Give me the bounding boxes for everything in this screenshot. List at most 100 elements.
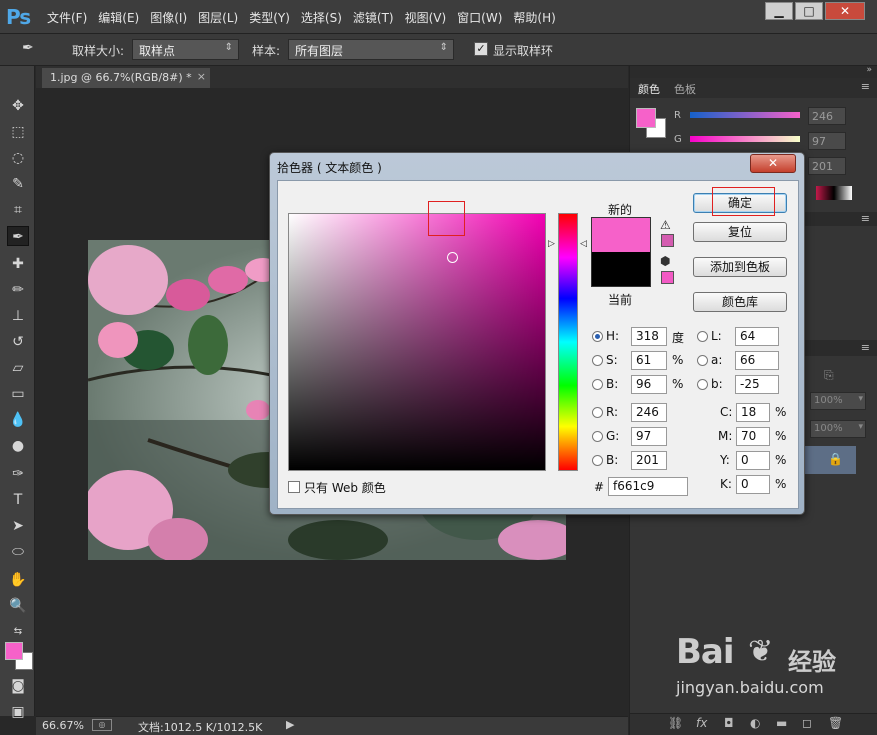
menu-window[interactable]: 窗口(W) [457,9,510,26]
maximize-button[interactable]: □ [795,2,823,20]
sample-select[interactable]: 所有图层 ⇕ [288,39,454,60]
color-libraries-button[interactable]: 颜色库 [693,292,787,312]
collapse-icon[interactable]: » [866,65,872,75]
menu-edit[interactable]: 编辑(E) [98,9,147,26]
s-input[interactable]: 61 [631,351,667,370]
radio-a[interactable] [697,355,708,366]
a-input[interactable]: 66 [735,351,779,370]
radio-s[interactable] [592,355,603,366]
radio-b[interactable] [592,379,603,390]
r-input[interactable]: 246 [631,403,667,422]
menu-select[interactable]: 选择(S) [301,9,350,26]
status-menu-icon[interactable]: ▶ [286,718,294,731]
panel-menu-icon[interactable]: ≡ [861,341,870,354]
m-input[interactable]: 70 [736,427,770,446]
lasso-tool-icon[interactable]: ◌ [7,148,29,168]
hand-tool-icon[interactable]: ✋ [7,570,29,590]
radio-l[interactable] [697,331,708,342]
link-layers-icon[interactable]: ⛓ [668,716,683,730]
chevron-down-icon[interactable]: ▾ [858,394,863,404]
reset-button[interactable]: 复位 [693,222,787,242]
add-to-swatches-button[interactable]: 添加到色板 [693,257,787,277]
menu-type[interactable]: 类型(Y) [249,9,298,26]
blur-tool-icon[interactable]: 💧 [7,410,29,430]
k-input[interactable]: 0 [736,475,770,494]
menu-help[interactable]: 帮助(H) [513,9,563,26]
brush-tool-icon[interactable]: ✏ [7,280,29,300]
slider-g-value[interactable]: 97 [808,132,846,150]
l-input[interactable]: 64 [735,327,779,346]
zoom-tool-icon[interactable]: 🔍 [7,596,29,616]
quick-mask-icon[interactable]: ◙ [7,676,29,696]
color-field[interactable] [288,213,546,471]
screen-mode-icon[interactable]: ▣ [7,702,29,722]
tab-color[interactable]: 颜色 [638,81,660,97]
pen-tool-icon[interactable]: ✑ [7,464,29,484]
adjustment-layer-icon[interactable]: ◐ [750,716,760,730]
brightness-input[interactable]: 96 [631,375,667,394]
fx-icon[interactable]: fx [696,716,707,730]
new-layer-icon[interactable]: ◻ [802,716,812,730]
close-window-button[interactable]: ✕ [825,2,865,20]
blue-input[interactable]: 201 [631,451,667,470]
color-ramp[interactable] [816,186,852,200]
panel-foreground-swatch[interactable] [636,108,656,128]
healing-brush-icon[interactable]: ✚ [7,254,29,274]
radio-r[interactable] [592,407,603,418]
move-tool-icon[interactable]: ✥ [7,96,29,116]
foreground-color-swatch[interactable] [5,642,23,660]
menu-file[interactable]: 文件(F) [47,9,95,26]
gamut-warning-swatch[interactable] [661,234,674,247]
web-colors-only-checkbox[interactable] [288,481,300,493]
radio-blue[interactable] [592,455,603,466]
hue-slider-left-arrow-icon[interactable]: ▷ [548,239,555,249]
delete-layer-icon[interactable]: 🗑 [828,716,843,730]
lab-b-input[interactable]: -25 [735,375,779,394]
close-tab-icon[interactable]: × [197,70,206,83]
hue-slider-right-arrow-icon[interactable]: ◁ [580,239,587,249]
new-group-icon[interactable]: ▬ [776,716,787,730]
radio-lab-b[interactable] [697,379,708,390]
c-input[interactable]: 18 [736,403,770,422]
slider-g[interactable] [690,136,800,142]
eyedropper-tool-icon[interactable]: ✒ [7,226,29,246]
zoom-level[interactable]: 66.67% [42,719,84,732]
fill-field[interactable]: 100% ▾ [810,420,866,438]
swap-colors-icon[interactable]: ⇆ [7,622,29,642]
menu-view[interactable]: 视图(V) [405,9,455,26]
radio-g[interactable] [592,431,603,442]
dialog-close-button[interactable]: ✕ [750,154,796,173]
hue-slider[interactable] [558,213,578,471]
y-input[interactable]: 0 [736,451,770,470]
lock-pixels-icon[interactable]: ⎘ [824,368,834,383]
gradient-tool-icon[interactable]: ▭ [7,384,29,404]
document-tab[interactable]: 1.jpg @ 66.7%(RGB/8#) * × [42,68,210,88]
gamut-warning-icon[interactable]: ⚠ [660,218,671,232]
g-input[interactable]: 97 [631,427,667,446]
panel-collapse-bar[interactable]: » [630,65,877,78]
menu-image[interactable]: 图像(I) [150,9,195,26]
web-safe-cube-icon[interactable]: ⬢ [660,254,670,268]
slider-r[interactable] [690,112,800,118]
eraser-tool-icon[interactable]: ▱ [7,358,29,378]
marquee-tool-icon[interactable]: ⬚ [7,122,29,142]
opacity-field[interactable]: 100% ▾ [810,392,866,410]
current-color-swatch[interactable] [591,252,651,287]
path-select-icon[interactable]: ➤ [7,516,29,536]
history-brush-icon[interactable]: ↺ [7,332,29,352]
quick-select-tool-icon[interactable]: ✎ [7,174,29,194]
minimize-button[interactable]: ▁ [765,2,793,20]
color-field-cursor[interactable] [447,252,458,263]
slider-r-value[interactable]: 246 [808,107,846,125]
slider-b-value[interactable]: 201 [808,157,846,175]
eyedropper-icon[interactable]: ✒ [22,40,34,56]
stamp-tool-icon[interactable]: ⊥ [7,306,29,326]
panel-menu-icon[interactable]: ≡ [861,212,870,225]
selected-layer-row[interactable]: 🔒 [802,446,856,474]
web-safe-swatch[interactable] [661,271,674,284]
show-ring-checkbox[interactable]: ✓ [474,42,488,56]
ellipse-tool-icon[interactable]: ⬭ [7,542,29,562]
radio-h[interactable] [592,331,603,342]
panel-menu-icon[interactable]: ≡ [861,80,870,93]
chevron-down-icon[interactable]: ▾ [858,422,863,432]
